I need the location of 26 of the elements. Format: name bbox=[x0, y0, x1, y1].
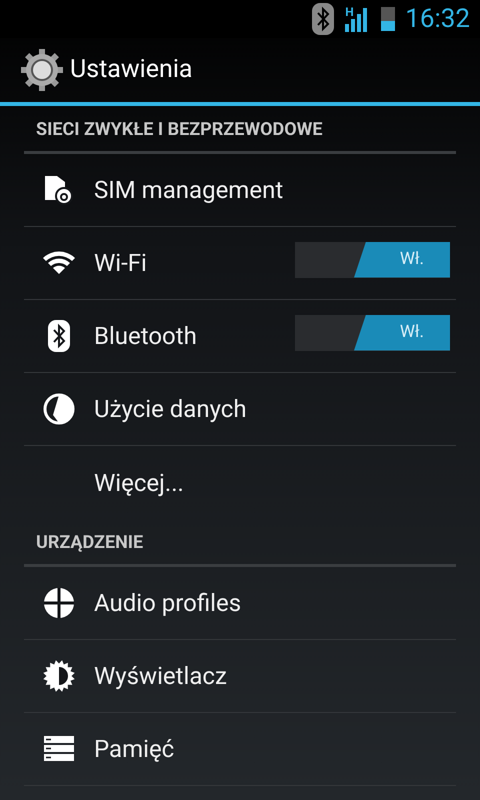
quartered-circle-icon bbox=[41, 585, 77, 621]
battery-icon bbox=[381, 7, 396, 31]
pie-chart-icon bbox=[41, 391, 77, 427]
brightness-icon bbox=[41, 658, 77, 694]
row-label: Wyświetlacz bbox=[94, 661, 228, 692]
clock: 16:32 bbox=[405, 2, 470, 36]
settings-row[interactable]: Więcej... bbox=[24, 446, 456, 519]
row-label: Więcej... bbox=[94, 468, 185, 498]
settings-row[interactable]: Użycie danych bbox=[24, 373, 456, 446]
row-label: SIM management bbox=[94, 175, 284, 206]
section-header: URZĄDZENIE bbox=[35, 531, 144, 555]
section-header: SIECI ZWYKŁE I BEZPRZEWODOWE bbox=[35, 118, 322, 142]
bluetooth-icon bbox=[47, 318, 71, 354]
settings-row[interactable]: Wyświetlacz bbox=[24, 640, 456, 713]
settings-row[interactable]: Bluetooth Wł. bbox=[24, 300, 456, 373]
settings-row[interactable]: Pamięć bbox=[24, 713, 456, 786]
settings-row[interactable]: Audio profiles bbox=[24, 567, 456, 640]
row-label: Bluetooth bbox=[94, 321, 198, 352]
settings-row[interactable]: Wi-Fi Wł. bbox=[24, 227, 456, 300]
app-title: Ustawienia bbox=[70, 54, 192, 86]
settings-icon bbox=[20, 48, 64, 92]
settings-row[interactable]: SIM management bbox=[24, 154, 456, 227]
row-label: Pamięć bbox=[94, 734, 176, 765]
row-label: Audio profiles bbox=[94, 588, 242, 619]
row-label: Użycie danych bbox=[94, 394, 248, 425]
row-label: Wi-Fi bbox=[94, 248, 148, 279]
